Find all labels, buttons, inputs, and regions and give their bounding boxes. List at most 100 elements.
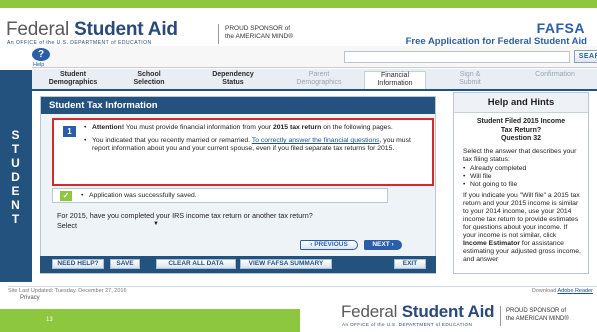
side-letter: T xyxy=(11,212,21,226)
hints-option: Already completed xyxy=(463,165,581,173)
sponsor-text: PROUD SPONSOR of the AMERICAN MIND® xyxy=(225,25,293,41)
toolbar: ? Help SEARCH xyxy=(32,46,597,68)
download-reader: Download Adobe Reader xyxy=(532,288,593,294)
saved-message-box: ✓ Application was successfully saved. xyxy=(52,188,388,203)
hints-title: Help and Hints xyxy=(454,93,588,113)
tab-label: Information xyxy=(377,80,413,87)
footer-logo-divider xyxy=(500,306,501,326)
sponsor-line2: the AMERICAN MIND® xyxy=(225,33,293,40)
married-text: You indicated that you recently married … xyxy=(92,137,252,144)
tab-label: Parent xyxy=(308,71,330,78)
attention-item: Attention! You must provide financial in… xyxy=(84,124,414,132)
tab-sign-submit[interactable]: Sign & Submit xyxy=(446,71,494,89)
bottom-action-bar: NEED HELP? SAVE CLEAR ALL DATA VIEW FAFS… xyxy=(40,256,436,273)
tab-label: Submit xyxy=(459,79,481,86)
hints-intro: Select the answer that describes your ta… xyxy=(463,147,577,163)
privacy-link[interactable]: Privacy xyxy=(20,295,40,301)
clear-all-data-button[interactable]: CLEAR ALL DATA xyxy=(156,259,236,269)
tab-student-demographics[interactable]: Student Demographics xyxy=(40,71,106,89)
logo-bold-text: Student Aid xyxy=(401,302,495,321)
hints-subtitle-line: Tax Return? xyxy=(500,126,542,134)
logo-light-text: Federal xyxy=(6,19,70,40)
side-letter: D xyxy=(11,170,21,184)
tab-label: Status xyxy=(222,79,244,86)
previous-label: PREVIOUS xyxy=(314,241,348,248)
previous-button[interactable]: ‹ PREVIOUS xyxy=(300,240,358,250)
next-label: NEXT xyxy=(372,241,390,248)
footer-fsa-logo: Federal Student Aid An OFFICE of the U.S… xyxy=(341,302,495,327)
chevron-down-icon: ▼ xyxy=(153,221,159,227)
attention-bold: Attention! xyxy=(92,124,125,131)
tab-parent-demographics[interactable]: Parent Demographics xyxy=(286,71,352,89)
attention-end: on the following pages. xyxy=(321,124,393,131)
exit-button[interactable]: EXIT xyxy=(394,259,426,269)
married-item: You indicated that you recently married … xyxy=(84,137,414,153)
attention-year: 2015 tax return xyxy=(272,124,322,131)
panel-title: Student Tax Information xyxy=(41,97,435,114)
slide-footer-bar xyxy=(0,309,300,332)
search-button[interactable]: SEARCH xyxy=(574,50,597,63)
sponsor-line1: PROUD SPONSOR of xyxy=(225,25,291,32)
tab-financial-information[interactable]: Financial Information xyxy=(364,71,426,89)
fafsa-logo[interactable]: FAFSA xyxy=(537,20,585,36)
top-accent-bar xyxy=(0,0,597,8)
tab-label: Confirmation xyxy=(535,71,575,78)
tab-label: School xyxy=(137,71,161,78)
info-number-icon: 1 xyxy=(63,126,76,137)
side-letter: S xyxy=(11,128,21,142)
help-and-hints-panel: Help and Hints Student Filed 2015 Income… xyxy=(453,92,589,274)
hints-detail-text: If you indicate you "Will file" a 2015 t… xyxy=(463,191,580,239)
adobe-reader-link[interactable]: Adobe Reader xyxy=(558,288,593,294)
tab-label: Dependency xyxy=(212,71,254,78)
hints-options: Already completed Will file Not going to… xyxy=(463,165,581,189)
save-button[interactable]: SAVE xyxy=(110,259,140,269)
tab-label: Student xyxy=(59,71,87,78)
side-letter: N xyxy=(11,198,21,212)
hints-option: Will file xyxy=(463,173,581,181)
tab-label: Demographics xyxy=(48,79,98,86)
footer-divider xyxy=(8,286,597,287)
help-label[interactable]: Help xyxy=(33,62,44,68)
attention-list: Attention! You must provide financial in… xyxy=(84,124,414,158)
side-letter: U xyxy=(11,156,21,170)
site-header: Federal Student Aid An OFFICE of the U.S… xyxy=(0,8,597,47)
hints-subtitle-line: Question 32 xyxy=(500,135,542,142)
next-button[interactable]: NEXT › xyxy=(364,240,402,250)
select-value: Select xyxy=(57,221,77,230)
tax-return-question: For 2015, have you completed your IRS in… xyxy=(57,211,313,220)
saved-text: Application was successfully saved. xyxy=(81,192,411,200)
site-updated-text: Site Last Updated: Tuesday, December 27,… xyxy=(8,288,127,294)
tab-confirmation[interactable]: Confirmation xyxy=(522,71,588,89)
section-tabs: Student Demographics School Selection De… xyxy=(32,69,597,91)
check-icon: ✓ xyxy=(60,191,72,201)
hints-body: Select the answer that describes your ta… xyxy=(454,144,588,264)
download-text: Download xyxy=(531,288,558,294)
tab-school-selection[interactable]: School Selection xyxy=(120,71,178,89)
federal-student-aid-logo[interactable]: Federal Student Aid An OFFICE of the U.S… xyxy=(6,19,178,46)
sponsor-line1: PROUD SPONSOR of xyxy=(506,308,567,314)
saved-list: Application was successfully saved. xyxy=(81,192,411,205)
hints-option: Not going to file xyxy=(463,181,581,189)
sponsor-line2: the AMERICAN MIND® xyxy=(506,315,569,322)
hints-detail: If you indicate you "Will file" a 2015 t… xyxy=(463,192,581,264)
slide-number: 13 xyxy=(46,317,53,323)
attention-text: You must provide financial information f… xyxy=(124,124,273,131)
tab-label: Sign & xyxy=(459,71,481,78)
logo-bold-text: Student Aid xyxy=(74,19,178,40)
tab-dependency-status[interactable]: Dependency Status xyxy=(202,71,264,89)
view-fafsa-summary-button[interactable]: VIEW FAFSA SUMMARY xyxy=(240,259,332,269)
tab-label: Selection xyxy=(133,79,165,86)
income-estimator-link[interactable]: Income Estimator xyxy=(463,240,520,247)
footer-sponsor-text: PROUD SPONSOR of the AMERICAN MIND® xyxy=(506,308,569,323)
tab-label: Demographics xyxy=(296,79,342,86)
logo-divider xyxy=(218,24,219,44)
tab-label: Financial xyxy=(380,72,409,79)
tax-return-select[interactable]: Select ▼ xyxy=(57,221,161,231)
help-icon[interactable]: ? xyxy=(32,48,50,61)
hints-subtitle-line: Student Filed 2015 Income xyxy=(476,118,566,125)
side-letter: T xyxy=(11,142,21,156)
student-vertical-label: S T U D E N T xyxy=(0,128,32,226)
financial-questions-link[interactable]: To correctly answer the financial questi… xyxy=(252,137,380,144)
search-input[interactable] xyxy=(344,51,570,63)
need-help-button[interactable]: NEED HELP? xyxy=(52,259,104,269)
